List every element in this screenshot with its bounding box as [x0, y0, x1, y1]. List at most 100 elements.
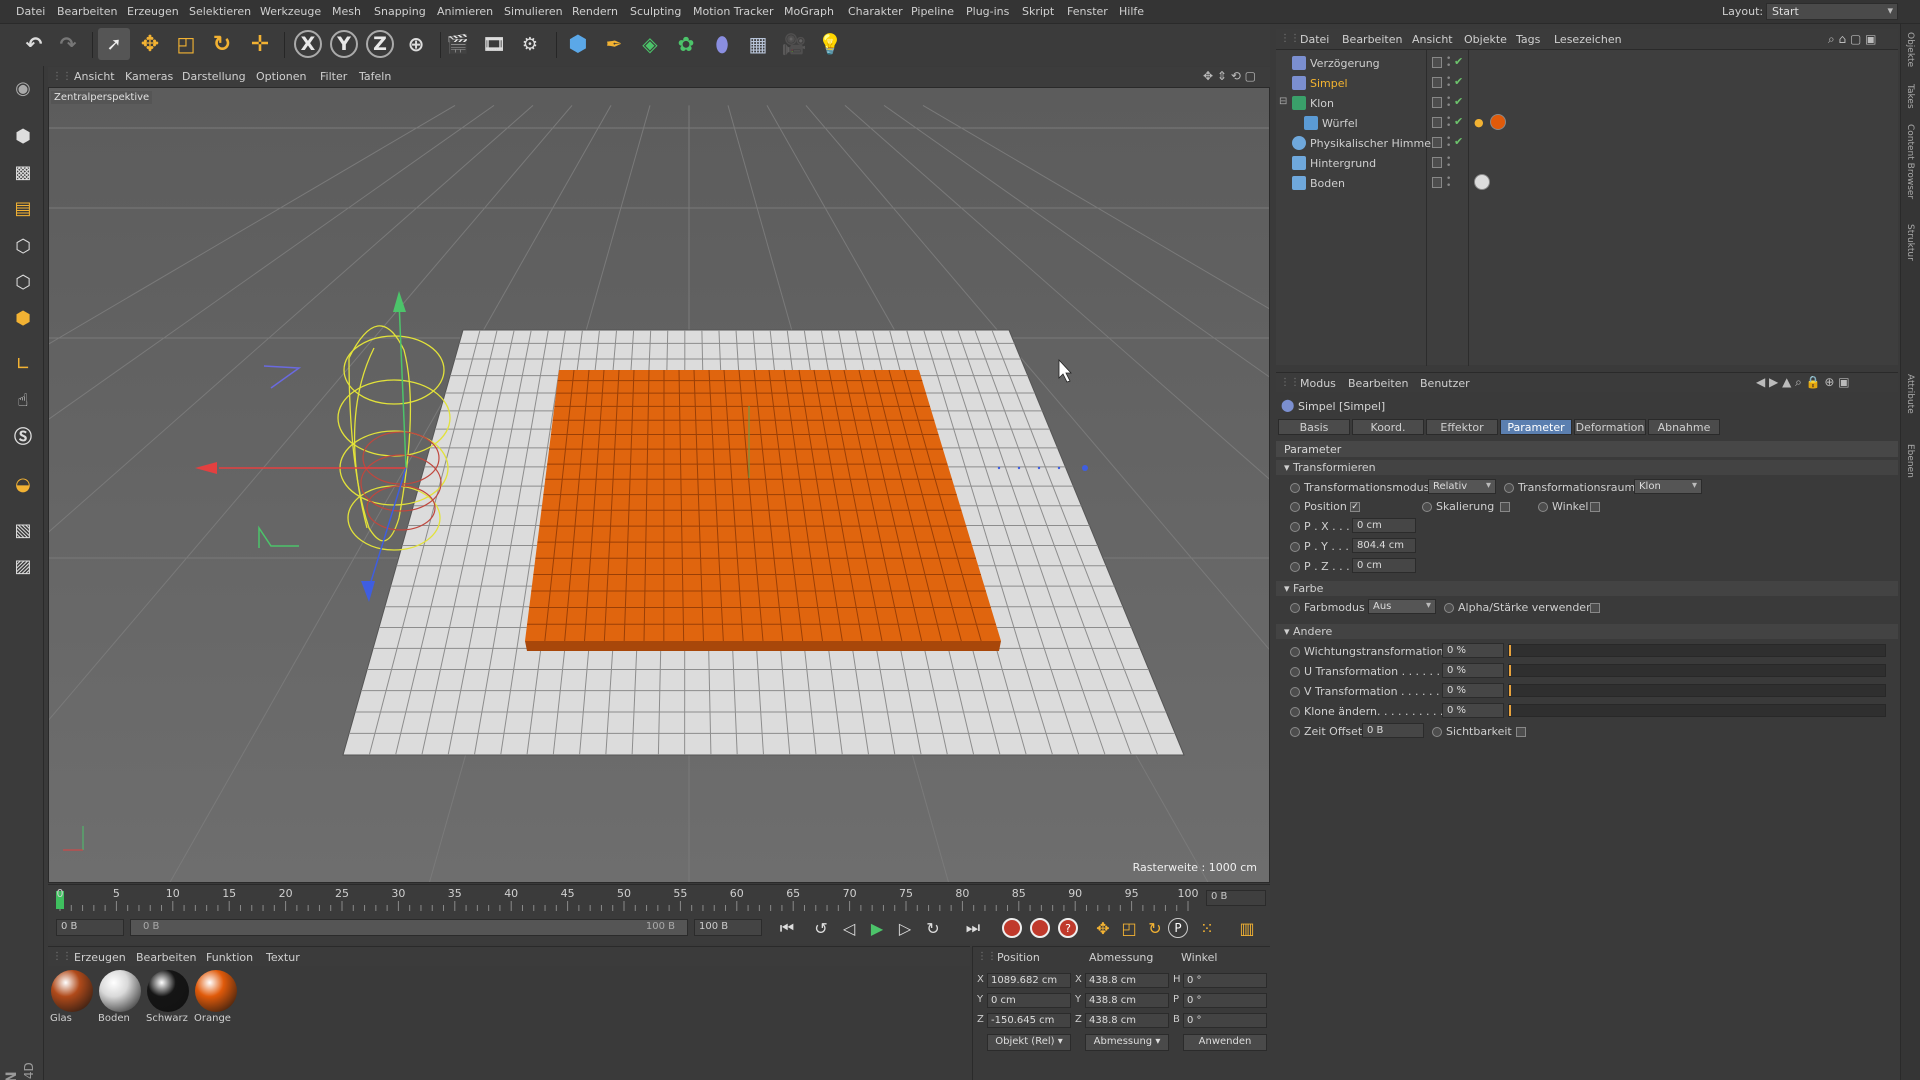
viewport-navigation-icons[interactable]: ✥ ⇕ ⟲ ▢ — [1203, 69, 1256, 83]
menu-datei[interactable]: Datei — [16, 5, 45, 18]
tab-parameter[interactable]: Parameter — [1500, 419, 1572, 435]
axis-mode-icon[interactable]: ∟ — [7, 350, 39, 378]
weight-transform-slider[interactable] — [1508, 644, 1886, 657]
animate-radio[interactable] — [1290, 483, 1300, 493]
edge-tab-content-browser[interactable]: Content Browser — [1905, 124, 1915, 199]
animate-radio[interactable] — [1290, 687, 1300, 697]
am-menu-modus[interactable]: Modus — [1300, 377, 1336, 390]
am-menu-benutzer[interactable]: Benutzer — [1420, 377, 1470, 390]
visibility-dots[interactable]: • • — [1446, 115, 1451, 131]
menu-simulieren[interactable]: Simulieren — [504, 5, 563, 18]
py-field[interactable]: 804.4 cm — [1352, 538, 1416, 553]
size-x-field[interactable]: 438.8 cm — [1085, 973, 1169, 988]
texture-mode-icon[interactable]: ▩ — [7, 158, 39, 186]
am-nav-icons[interactable]: ◀ ▶ ▲ ⌕ 🔒 ⊕ ▣ — [1756, 375, 1850, 390]
goto-start-icon[interactable]: ⏮ — [774, 916, 800, 940]
visibility-checkbox[interactable] — [1516, 727, 1526, 737]
size-z-field[interactable]: 438.8 cm — [1085, 1013, 1169, 1028]
angle-checkbox[interactable] — [1590, 502, 1600, 512]
om-menu-datei[interactable]: Datei — [1300, 33, 1329, 46]
vp-menu-darstellung[interactable]: Darstellung — [182, 70, 246, 83]
make-editable-icon[interactable]: ◉ — [7, 74, 39, 102]
edges-mode-icon[interactable]: ⬡ — [7, 268, 39, 296]
visibility-dots[interactable]: • • — [1446, 175, 1451, 191]
menu-rendern[interactable]: Rendern — [572, 5, 618, 18]
prev-key-icon[interactable]: ↺ — [808, 916, 834, 940]
object-row-physikalischer-himmel[interactable]: Physikalischer Himmel • • ✔ — [1276, 133, 1898, 153]
transform-space-dropdown[interactable]: Klon — [1634, 479, 1702, 494]
am-menu-bearbeiten[interactable]: Bearbeiten — [1348, 377, 1408, 390]
position-checkbox[interactable]: ✓ — [1350, 502, 1360, 512]
edge-tab-attribute[interactable]: Attribute — [1905, 374, 1915, 414]
animate-radio[interactable] — [1290, 727, 1300, 737]
tab-effektor[interactable]: Effektor — [1426, 419, 1498, 435]
object-row-boden[interactable]: Boden • • — [1276, 173, 1898, 193]
rotate-icon[interactable]: ↻ — [206, 28, 238, 60]
om-menu-ansicht[interactable]: Ansicht — [1412, 33, 1453, 46]
animate-radio[interactable] — [1290, 542, 1300, 552]
object-row-simpel[interactable]: Simpel • • ✔ — [1276, 73, 1898, 93]
tab-deformation[interactable]: Deformation — [1574, 419, 1646, 435]
position-y-field[interactable]: 0 cm — [987, 993, 1071, 1008]
coordinate-system-icon[interactable]: ⊕ — [400, 28, 432, 60]
end-frame-field[interactable]: 100 B — [694, 919, 762, 936]
vp-menu-tafeln[interactable]: Tafeln — [359, 70, 391, 83]
undo-icon[interactable]: ↶ — [18, 28, 50, 60]
workplane-icon[interactable]: ▤ — [7, 194, 39, 222]
3d-viewport[interactable]: Zentralperspektive Rasterweite : 1000 cm — [48, 87, 1270, 883]
om-menu-bearbeiten[interactable]: Bearbeiten — [1342, 33, 1402, 46]
render-view-icon[interactable]: 🎬 — [442, 28, 474, 60]
cloner-icon[interactable]: ✿ — [670, 28, 702, 60]
pz-field[interactable]: 0 cm — [1352, 558, 1416, 573]
mat-menu-textur[interactable]: Textur — [266, 951, 300, 964]
u-transform-field[interactable]: 0 % — [1442, 663, 1504, 678]
enabled-check-icon[interactable]: ✔ — [1454, 95, 1463, 108]
menu-mesh[interactable]: Mesh — [332, 5, 361, 18]
vp-menu-kameras[interactable]: Kameras — [125, 70, 173, 83]
alpha-strength-checkbox[interactable] — [1590, 603, 1600, 613]
size-y-field[interactable]: 438.8 cm — [1085, 993, 1169, 1008]
modify-clone-field[interactable]: 0 % — [1442, 703, 1504, 718]
axis-y-lock[interactable]: Y — [330, 30, 358, 58]
enabled-check-icon[interactable]: ✔ — [1454, 75, 1463, 88]
menu-fenster[interactable]: Fenster — [1067, 5, 1108, 18]
angle-p-field[interactable]: 0 ° — [1183, 993, 1267, 1008]
transform-mode-dropdown[interactable]: Relativ — [1428, 479, 1496, 494]
visibility-dots[interactable]: • • — [1446, 55, 1451, 71]
light-icon[interactable]: 💡 — [814, 28, 846, 60]
layer-checkbox[interactable] — [1432, 77, 1442, 88]
menu-charakter[interactable]: Charakter — [848, 5, 903, 18]
animate-radio[interactable] — [1290, 707, 1300, 717]
position-z-field[interactable]: -150.645 cm — [987, 1013, 1071, 1028]
menu-animieren[interactable]: Animieren — [437, 5, 493, 18]
scale-icon[interactable]: ◰ — [170, 28, 202, 60]
menu-snapping[interactable]: Snapping — [374, 5, 426, 18]
material-orange[interactable]: Orange — [194, 970, 238, 1030]
animate-radio[interactable] — [1290, 522, 1300, 532]
camera-icon[interactable]: 🎥 — [778, 28, 810, 60]
om-menu-tags[interactable]: Tags — [1516, 33, 1540, 46]
visibility-dots[interactable]: • • — [1446, 135, 1451, 151]
render-settings-icon[interactable]: ⚙ — [514, 28, 546, 60]
layer-checkbox[interactable] — [1432, 177, 1442, 188]
visibility-dots[interactable]: • • — [1446, 155, 1451, 171]
v-transform-slider[interactable] — [1508, 684, 1886, 697]
next-frame-icon[interactable]: ▷ — [892, 916, 918, 940]
enabled-check-icon[interactable]: ✔ — [1454, 135, 1463, 148]
om-search-home-icons[interactable]: ⌕ ⌂ ▢ ▣ — [1828, 32, 1876, 47]
render-picture-viewer-icon[interactable]: 🎞 — [478, 28, 510, 60]
enabled-check-icon[interactable]: ✔ — [1454, 115, 1463, 128]
om-menu-lesezeichen[interactable]: Lesezeichen — [1554, 33, 1622, 46]
timeline-window-icon[interactable]: ▥ — [1234, 916, 1260, 940]
last-tool-icon[interactable]: ✛ — [244, 28, 276, 60]
edge-tab-ebenen[interactable]: Ebenen — [1905, 444, 1915, 478]
edge-tab-struktur[interactable]: Struktur — [1905, 224, 1915, 261]
menu-pipeline[interactable]: Pipeline — [911, 5, 954, 18]
tab-abnahme[interactable]: Abnahme — [1648, 419, 1720, 435]
goto-end-icon[interactable]: ⏭ — [960, 916, 986, 940]
tweak-mode-icon[interactable]: ☝ — [7, 386, 39, 414]
play-icon[interactable]: ▶ — [864, 916, 890, 940]
px-field[interactable]: 0 cm — [1352, 518, 1416, 533]
material-glas[interactable]: Glas — [50, 970, 94, 1030]
angle-h-field[interactable]: 0 ° — [1183, 973, 1267, 988]
